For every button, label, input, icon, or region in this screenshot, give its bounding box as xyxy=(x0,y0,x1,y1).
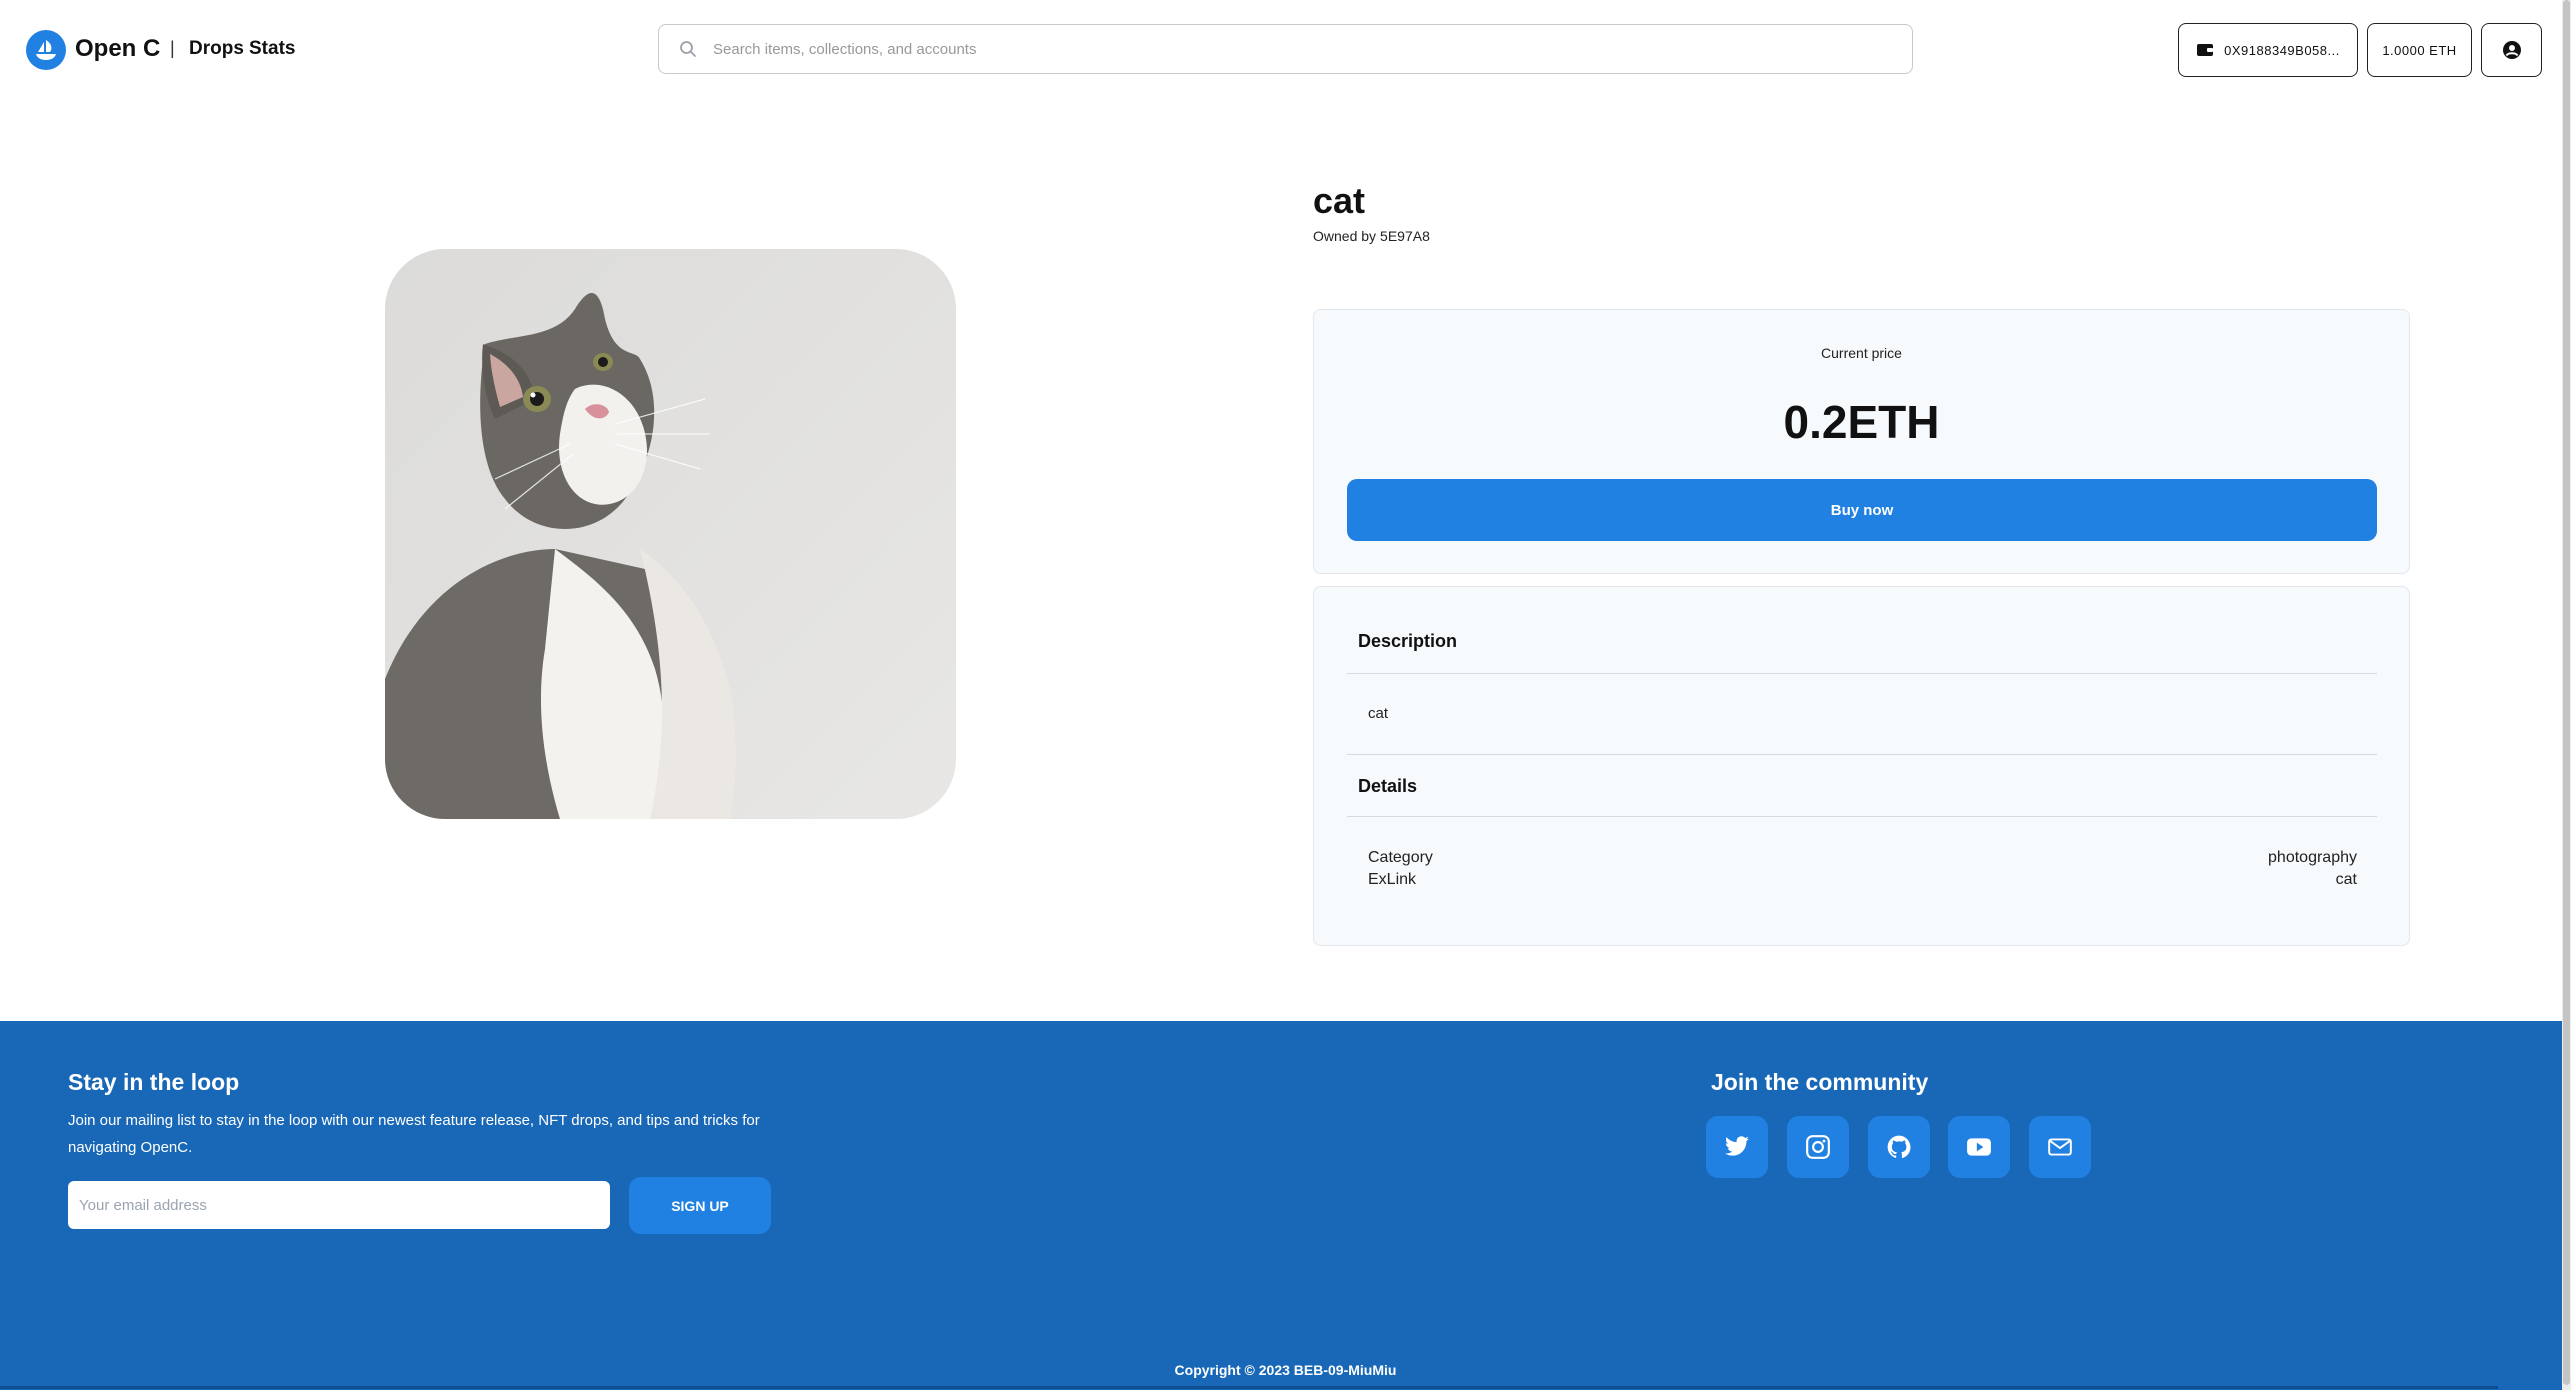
divider xyxy=(1347,754,2377,755)
youtube-icon[interactable] xyxy=(1948,1116,2010,1178)
description-card: Description cat Details Category photogr… xyxy=(1313,586,2410,946)
newsletter-text: Join our mailing list to stay in the loo… xyxy=(68,1112,760,1156)
current-price-value: 0.2ETH xyxy=(1783,396,1940,448)
footer-bottom-bar xyxy=(0,1386,2498,1389)
price-card: Current price 0.2ETH Buy now xyxy=(1313,309,2410,574)
item-title: cat xyxy=(1313,180,1366,221)
page: Open C | Drops Stats 0X9188349B058... 1.… xyxy=(0,0,2571,1390)
nav-stats[interactable]: Stats xyxy=(249,38,295,60)
balance-button[interactable]: 1.0000 ETH xyxy=(2367,23,2472,77)
top-navbar: Open C | Drops Stats 0X9188349B058... 1.… xyxy=(0,0,2571,100)
nav-drops[interactable]: Drops xyxy=(189,38,244,60)
vertical-scrollbar-thumb[interactable] xyxy=(2563,0,2570,1385)
balance-text: 1.0000 ETH xyxy=(2382,42,2457,58)
account-button[interactable] xyxy=(2481,23,2542,77)
signup-button[interactable]: SIGN UP xyxy=(629,1177,771,1234)
detail-label-exlink: ExLink xyxy=(1368,871,1417,888)
search-bar[interactable] xyxy=(658,24,1913,74)
description-heading: Description xyxy=(1358,631,1458,651)
description-text: cat xyxy=(1368,705,1389,722)
brand-name[interactable]: Open C xyxy=(75,35,160,63)
nav-separator: | xyxy=(170,38,175,58)
divider xyxy=(1347,816,2377,817)
detail-value-exlink[interactable]: cat xyxy=(2336,871,2357,889)
wallet-button[interactable]: 0X9188349B058... xyxy=(2178,23,2358,77)
detail-value-category: photography xyxy=(2268,849,2357,866)
owner-id[interactable]: 5E97A8 xyxy=(1380,228,1430,244)
nft-image xyxy=(385,249,956,819)
account-icon xyxy=(2502,41,2521,59)
divider xyxy=(1347,673,2377,674)
copyright-text: Copyright © 2023 BEB-09-MiuMiu xyxy=(1174,1362,1397,1378)
wallet-address: 0X9188349B058... xyxy=(2224,42,2340,58)
owner-line: Owned by 5E97A8 xyxy=(1313,228,1430,244)
footer: Stay in the loop Join our mailing list t… xyxy=(0,1021,2562,1390)
buy-now-button[interactable]: Buy now xyxy=(1347,479,2377,541)
wallet-icon xyxy=(2197,44,2214,56)
details-heading: Details xyxy=(1358,776,1418,796)
github-icon[interactable] xyxy=(1868,1116,1930,1178)
search-icon xyxy=(680,41,696,57)
mail-icon[interactable] xyxy=(2029,1116,2091,1178)
logo-icon[interactable] xyxy=(26,30,66,70)
current-price-label: Current price xyxy=(1821,345,1902,361)
twitter-icon[interactable] xyxy=(1706,1116,1768,1178)
search-input[interactable] xyxy=(713,40,1912,58)
community-title: Join the community xyxy=(1711,1069,1929,1095)
newsletter-title: Stay in the loop xyxy=(68,1069,240,1095)
detail-label-category: Category xyxy=(1368,849,1433,866)
instagram-icon[interactable] xyxy=(1787,1116,1849,1178)
owned-by-label: Owned by xyxy=(1313,228,1377,244)
email-input[interactable] xyxy=(68,1181,610,1229)
